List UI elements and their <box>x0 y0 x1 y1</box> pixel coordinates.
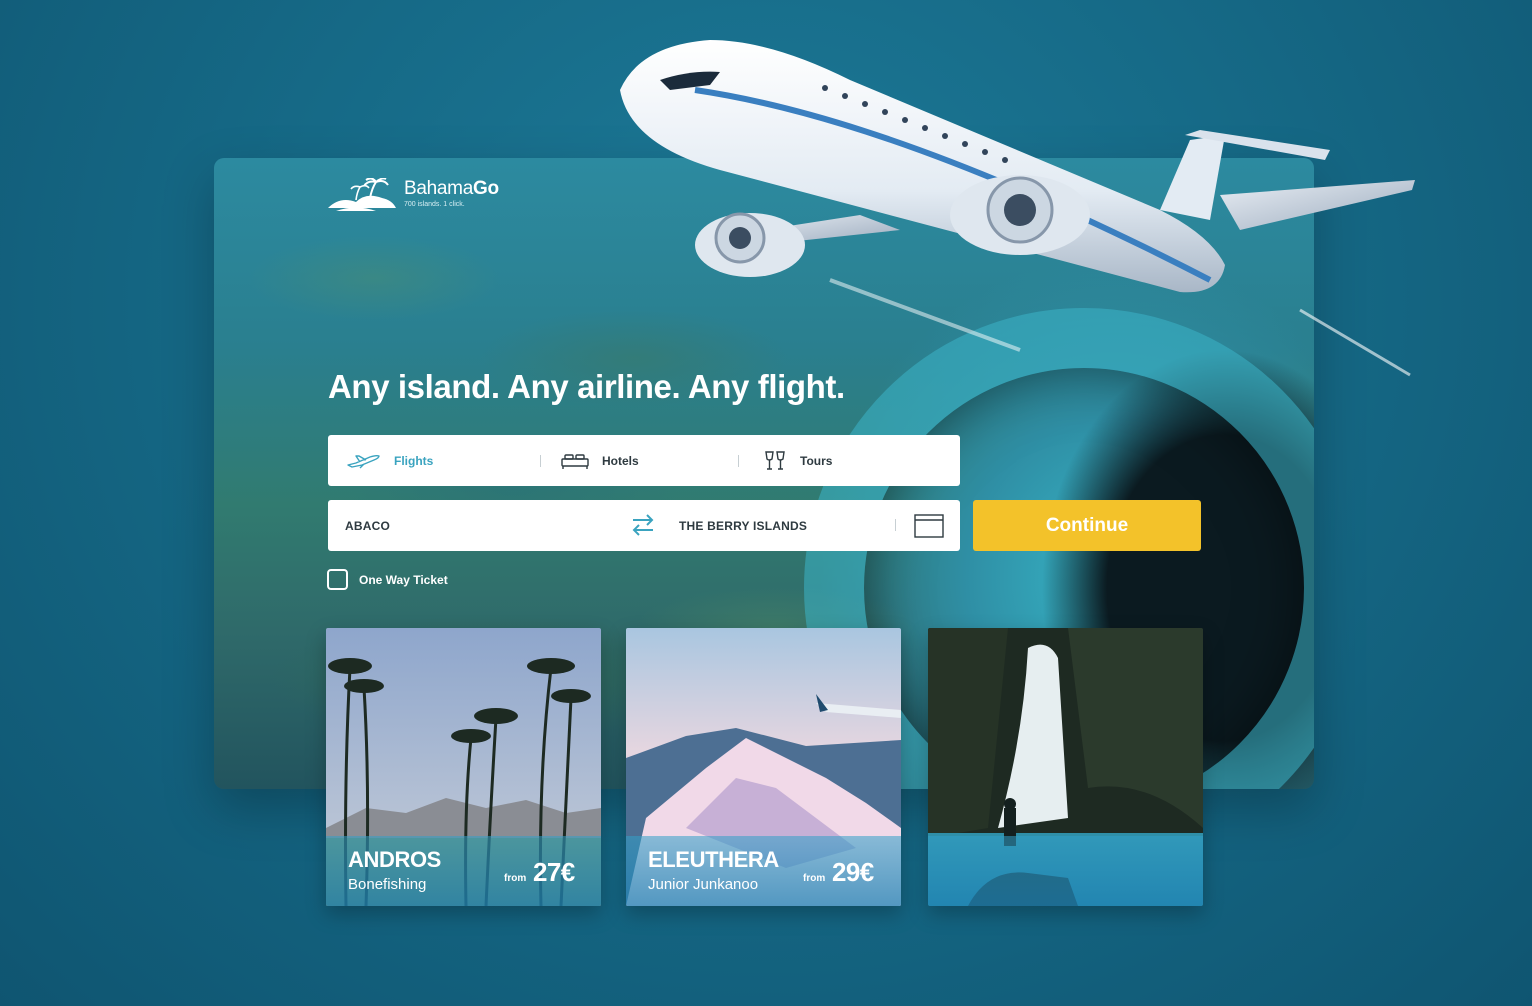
card-from-label: from <box>803 873 826 884</box>
card-price: 27€ <box>533 857 575 887</box>
card-from-label: from <box>504 873 527 884</box>
tab-hotels-label: Hotels <box>602 453 639 468</box>
airplane-icon <box>346 453 382 469</box>
tab-flights[interactable]: Flights <box>346 435 433 486</box>
tab-tours-label: Tours <box>800 453 833 468</box>
card-info-band <box>928 836 1203 906</box>
brand-tagline: 700 islands. 1 click. <box>404 201 465 208</box>
origin-field[interactable]: ABACO <box>345 519 390 533</box>
card-title: ANDROS <box>348 847 441 872</box>
airplane-illustration <box>620 40 1415 377</box>
tab-divider <box>540 455 541 467</box>
continue-button[interactable]: Continue <box>973 500 1201 551</box>
palm-island-logo-icon <box>328 178 396 211</box>
glasses-icon <box>762 450 788 472</box>
card-subtitle: Bonefishing <box>348 876 427 893</box>
bed-icon <box>560 452 590 470</box>
one-way-label: One Way Ticket <box>359 572 448 587</box>
booking-tabs: Flights Hotels Tours <box>328 435 960 486</box>
logo[interactable]: BahamaGo 700 islands. 1 click. <box>326 178 499 214</box>
tab-tours[interactable]: Tours <box>762 435 832 486</box>
tab-flights-label: Flights <box>394 453 434 468</box>
tab-hotels[interactable]: Hotels <box>560 435 639 486</box>
destination-field[interactable]: THE BERRY ISLANDS <box>679 519 807 533</box>
card-title: ELEUTHERA <box>648 847 779 872</box>
swap-arrows-icon[interactable] <box>630 513 656 542</box>
card-price: 29€ <box>832 857 874 887</box>
checkbox-box[interactable] <box>327 569 348 590</box>
destination-card-waterfall[interactable] <box>928 628 1203 906</box>
card-subtitle: Junior Junkanoo <box>648 876 759 893</box>
one-way-checkbox[interactable]: One Way Ticket <box>327 569 448 590</box>
tab-divider <box>738 455 739 467</box>
field-divider <box>895 519 896 531</box>
calendar-icon[interactable] <box>914 514 944 543</box>
destination-card-eleuthera[interactable]: ELEUTHERA Junior Junkanoo from 29€ <box>626 628 901 906</box>
search-form: ABACO THE BERRY ISLANDS <box>328 500 960 551</box>
brand-name: BahamaGo <box>404 178 499 199</box>
destination-card-andros[interactable]: ANDROS Bonefishing from 27€ <box>326 628 601 906</box>
